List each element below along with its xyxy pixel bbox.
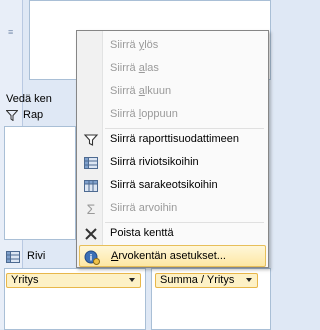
svg-text:i: i [90, 253, 93, 263]
menu-item-move-to-beginning[interactable]: Siirrä alkuun [79, 81, 266, 103]
menu-item-move-to-end[interactable]: Siirrä loppuun [79, 104, 266, 126]
filter-icon [83, 132, 99, 148]
context-menu: Siirrä ylös Siirrä alas Siirrä alkuun Si… [76, 30, 269, 268]
column-labels-icon [83, 178, 99, 194]
row-labels-icon [6, 251, 20, 266]
value-field-dropdown[interactable]: Summa / Yritys [155, 273, 258, 288]
row-field-name: Yritys [11, 274, 39, 286]
report-filter-area[interactable] [4, 126, 76, 240]
grip-icon: ≡ [8, 27, 14, 37]
menu-item-move-down[interactable]: Siirrä alas [79, 58, 266, 80]
menu-item-move-to-values[interactable]: Σ Siirrä arvoihin [79, 198, 266, 220]
row-labels-icon [83, 155, 99, 171]
row-labels-label: Rivi [27, 250, 46, 262]
chevron-down-icon[interactable] [246, 278, 252, 282]
row-field-dropdown[interactable]: Yritys [6, 273, 141, 288]
menu-item-move-to-column-labels[interactable]: Siirrä sarakeotsikoihin [79, 175, 266, 197]
menu-item-remove-field[interactable]: Poista kenttä [79, 223, 266, 245]
sigma-icon: Σ [86, 201, 96, 217]
menu-item-move-to-row-labels[interactable]: Siirrä riviotsikoihin [79, 152, 266, 174]
menu-item-move-to-report-filter[interactable]: Siirrä raporttisuodattimeen [79, 129, 266, 151]
report-filter-label: Rap [23, 109, 44, 121]
drag-fields-label: Vedä ken [6, 93, 52, 105]
delete-icon [83, 226, 99, 242]
menu-item-move-up[interactable]: Siirrä ylös [79, 35, 266, 57]
chevron-down-icon[interactable] [129, 278, 135, 282]
value-field-name: Summa / Yritys [160, 274, 235, 286]
field-settings-icon: i [84, 249, 100, 265]
menu-item-value-field-settings[interactable]: i Arvokentän asetukset... [79, 245, 266, 267]
filter-icon [5, 110, 19, 124]
